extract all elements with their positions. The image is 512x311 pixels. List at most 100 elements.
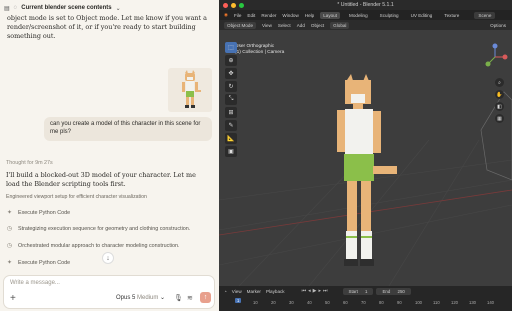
timeline-editor-type-icon[interactable]: ◔ (224, 289, 227, 294)
timeline-tick: 110 (433, 300, 440, 305)
frame-range: Start 1 End 250 (342, 287, 411, 295)
view-menu[interactable]: View (262, 23, 272, 28)
blender-window: * Untitled - Blender 5.1.1 ◉ File Edit R… (219, 0, 512, 311)
close-window-button[interactable] (223, 3, 228, 8)
character-leg-left (347, 181, 357, 233)
menu-edit[interactable]: Edit (247, 13, 255, 18)
scene-selector[interactable]: Scene (474, 11, 496, 19)
menu-render[interactable]: Render (261, 13, 276, 18)
timeline-tick: 70 (361, 300, 366, 305)
timeline-tick: 40 (307, 300, 312, 305)
chat-title[interactable]: Current blender scene contents (21, 5, 111, 11)
model-selector[interactable]: Opus 5 Medium ⌄ (116, 294, 165, 301)
window-controls (223, 3, 244, 8)
timeline-tick: 10 (253, 300, 258, 305)
engineer-note[interactable]: Engineered viewport setup for efficient … (6, 194, 147, 200)
character-arm-right (373, 111, 381, 153)
model-variant: Medium (137, 295, 159, 301)
step-execute-python-1[interactable]: ✦ Execute Python Code (6, 209, 71, 217)
step-execute-python-2[interactable]: ✦ Execute Python Code (6, 259, 70, 267)
chat-panel: ▤ ◌ Current blender scene contents ⌄ obj… (0, 0, 219, 311)
character-model[interactable] (329, 74, 399, 284)
workspace-tab-uv-editing[interactable]: UV Editing (408, 12, 436, 19)
mode-dropdown[interactable]: Object Mode (224, 21, 257, 29)
step-orchestrated[interactable]: ◷ Orchestrated modular approach to chara… (6, 242, 180, 250)
model-name: Opus 5 (116, 295, 136, 301)
viewport-nav-buttons: ⌕ ✋ ◧ ▦ (495, 78, 504, 123)
add-cube-tool-icon[interactable]: ▣ (225, 146, 237, 157)
minimize-window-button[interactable] (231, 3, 236, 8)
character-shoe-left (344, 259, 358, 266)
jump-end-icon[interactable]: ⏭ (323, 288, 328, 294)
blender-logo-icon[interactable]: ◉ (224, 12, 228, 18)
chat-bubble-icon: ◌ (13, 5, 18, 11)
options-menu[interactable]: Options (490, 23, 506, 28)
character-sock-right (361, 231, 372, 259)
timeline-tick: 130 (469, 300, 476, 305)
zoom-icon[interactable]: ⌕ (495, 78, 504, 87)
sidebar-toggle-icon[interactable]: ▤ (4, 5, 10, 12)
3d-viewport[interactable]: User Orthographic (1) Collection | Camer… (219, 30, 512, 286)
play-icon[interactable]: ▶ (313, 288, 317, 294)
character-sock-left (346, 231, 357, 259)
user-message: can you create a model of this character… (44, 117, 212, 141)
camera-view-icon[interactable]: ◧ (495, 102, 504, 111)
measure-tool-icon[interactable]: 📐 (225, 133, 237, 144)
tool-icon: ✦ (6, 260, 13, 266)
end-frame-field[interactable]: End 250 (376, 287, 411, 295)
menu-window[interactable]: Window (282, 13, 298, 18)
current-frame-indicator[interactable]: 1 (235, 298, 242, 303)
timeline-marker-menu[interactable]: Marker (247, 289, 261, 294)
jump-start-icon[interactable]: ⏮ (302, 288, 307, 294)
add-menu[interactable]: Add (297, 23, 305, 28)
workspace-tab-sculpting[interactable]: Sculpting (377, 12, 402, 19)
chevron-down-icon: ⌄ (160, 295, 166, 301)
workspace-tab-layout[interactable]: Layout (320, 11, 341, 19)
chevron-down-icon[interactable]: ⌄ (116, 5, 121, 12)
character-shorts (344, 154, 374, 181)
scroll-down-button[interactable]: ↓ (102, 252, 114, 264)
voice-mode-icon[interactable]: ≋ (187, 294, 193, 302)
collection-info: (1) Collection | Camera (235, 50, 285, 55)
thought-duration[interactable]: Thought for 9m 27s (6, 160, 53, 166)
timeline-view-menu[interactable]: View (232, 289, 242, 294)
microphone-icon[interactable]: 🎙 (174, 294, 183, 302)
move-tool-icon[interactable]: ✥ (225, 68, 237, 79)
assistant-message-intro: object mode is set to Object mode. Let m… (7, 14, 207, 40)
maximize-window-button[interactable] (239, 3, 244, 8)
transform-tool-icon[interactable]: ⊞ (225, 107, 237, 118)
transform-orientation-dropdown[interactable]: Global (330, 21, 350, 29)
object-menu[interactable]: Object (311, 23, 324, 28)
workspace-tab-modeling[interactable]: Modeling (346, 12, 371, 19)
character-arm-left (337, 110, 345, 152)
send-button[interactable]: ↑ (200, 292, 211, 303)
viewport-info: User Orthographic (1) Collection | Camer… (235, 44, 284, 56)
rotate-tool-icon[interactable]: ↻ (225, 81, 237, 92)
perspective-toggle-icon[interactable]: ▦ (495, 114, 504, 123)
character-shoe-right (360, 259, 374, 266)
menu-help[interactable]: Help (305, 13, 314, 18)
character-reference-image[interactable] (168, 68, 212, 112)
workspace-tab-texture[interactable]: Texture (441, 12, 462, 19)
add-attachment-icon[interactable]: + (10, 293, 16, 304)
timeline-ruler[interactable]: 1 10 20 30 40 50 60 70 80 90 100 110 120… (219, 296, 512, 311)
scale-tool-icon[interactable]: ⤡ (225, 94, 237, 105)
message-composer[interactable]: Write a message... + Opus 5 Medium ⌄ 🎙 ≋… (3, 275, 215, 309)
message-input[interactable]: Write a message... (10, 280, 60, 286)
annotate-tool-icon[interactable]: ✎ (225, 120, 237, 131)
step-strategizing[interactable]: ◷ Strategizing execution sequence for ge… (6, 225, 190, 233)
step-label: Execute Python Code (18, 209, 71, 216)
pan-hand-icon[interactable]: ✋ (495, 90, 504, 99)
timeline-tick: 100 (415, 300, 422, 305)
timeline-playback-menu[interactable]: Playback (266, 289, 285, 294)
cursor-tool-icon[interactable]: ⊕ (225, 55, 237, 66)
next-keyframe-icon[interactable]: ▸ (318, 288, 321, 294)
start-frame-field[interactable]: Start 1 (342, 287, 374, 295)
timeline-tick: 90 (397, 300, 402, 305)
select-menu[interactable]: Select (278, 23, 291, 28)
character-shirt (345, 109, 373, 155)
navigation-gizmo[interactable] (482, 42, 508, 72)
select-tool-icon[interactable]: ⬚ (225, 42, 237, 53)
prev-keyframe-icon[interactable]: ◂ (308, 288, 311, 294)
menu-file[interactable]: File (234, 13, 241, 18)
